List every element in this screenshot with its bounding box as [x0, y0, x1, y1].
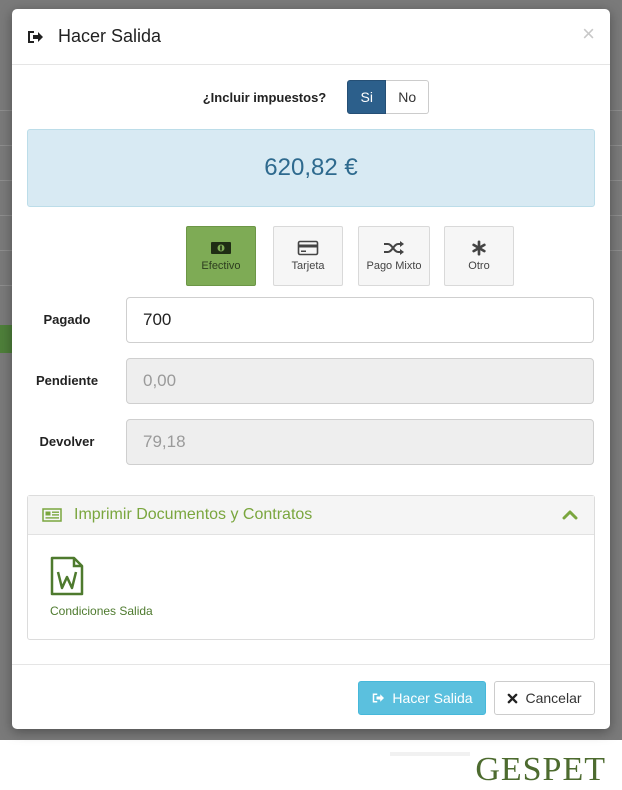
paid-row: Pagado 700 — [12, 297, 610, 343]
payment-method-label: Otro — [468, 260, 490, 272]
background-divider — [610, 110, 622, 111]
background-divider — [0, 110, 12, 111]
close-icon — [508, 693, 518, 703]
cancel-button[interactable]: Cancelar — [494, 681, 595, 715]
paid-input[interactable]: 700 — [126, 297, 594, 343]
taxes-yes-button[interactable]: Si — [347, 80, 387, 114]
change-row: Devolver 79,18 — [12, 419, 610, 465]
cancel-label: Cancelar — [525, 690, 582, 706]
documents-panel-header[interactable]: Imprimir Documentos y Contratos — [28, 496, 594, 535]
payment-method-label: Pago Mixto — [366, 260, 422, 272]
background-divider — [0, 180, 12, 181]
sign-out-icon — [373, 693, 385, 703]
background-divider — [0, 285, 12, 286]
background-divider — [610, 250, 622, 251]
chevron-up-icon[interactable] — [562, 508, 578, 520]
change-input: 79,18 — [126, 419, 594, 465]
modal-header: Hacer Salida × — [12, 9, 610, 65]
faded-background-text — [390, 752, 470, 756]
include-taxes-label: ¿Incluir impuestos? — [202, 89, 327, 105]
brand-logo: GESPET — [475, 751, 606, 788]
document-conditions-link[interactable]: Condiciones Salida — [50, 556, 180, 618]
credit-card-icon — [297, 240, 319, 256]
paid-label: Pagado — [43, 312, 91, 327]
pending-input: 0,00 — [126, 358, 594, 404]
sign-out-icon — [28, 30, 43, 43]
background-divider — [610, 215, 622, 216]
shuffle-icon — [384, 241, 404, 255]
modal-title: Hacer Salida — [58, 26, 162, 46]
documents-panel-title: Imprimir Documentos y Contratos — [74, 506, 313, 523]
payment-methods: Efectivo Tarjeta Pago Mixto Otro — [12, 226, 610, 288]
background-divider — [0, 250, 12, 251]
background-highlight — [0, 325, 12, 353]
taxes-no-button[interactable]: No — [386, 80, 430, 114]
background-divider — [0, 215, 12, 216]
total-amount-box: 620,82 € — [27, 129, 595, 207]
background-divider — [0, 145, 12, 146]
include-taxes-row: ¿Incluir impuestos? Si No — [12, 80, 610, 114]
payment-method-mixed-button[interactable]: Pago Mixto — [358, 226, 430, 286]
payment-method-card-button[interactable]: Tarjeta — [273, 226, 343, 286]
newspaper-icon — [42, 508, 62, 522]
pending-label: Pendiente — [35, 373, 99, 388]
checkout-modal: Hacer Salida × ¿Incluir impuestos? Si No… — [12, 9, 610, 729]
word-document-icon — [50, 556, 84, 596]
payment-method-other-button[interactable]: Otro — [444, 226, 514, 286]
payment-method-label: Tarjeta — [291, 260, 325, 272]
payment-method-cash-button[interactable]: Efectivo — [186, 226, 256, 286]
documents-panel: Imprimir Documentos y Contratos Condicio… — [27, 495, 595, 640]
cash-icon — [211, 242, 231, 254]
document-label: Condiciones Salida — [50, 604, 153, 618]
submit-checkout-button[interactable]: Hacer Salida — [358, 681, 486, 715]
close-icon[interactable]: × — [582, 23, 595, 45]
total-amount: 620,82 € — [264, 154, 358, 181]
modal-footer: Hacer Salida Cancelar — [12, 664, 610, 729]
pending-row: Pendiente 0,00 — [12, 358, 610, 404]
asterisk-icon — [472, 240, 486, 256]
change-label: Devolver — [39, 434, 95, 449]
background-divider — [610, 145, 622, 146]
payment-method-label: Efectivo — [201, 260, 241, 272]
background-divider — [610, 180, 622, 181]
submit-checkout-label: Hacer Salida — [392, 690, 473, 706]
taxes-toggle-group: Si No — [347, 80, 430, 114]
